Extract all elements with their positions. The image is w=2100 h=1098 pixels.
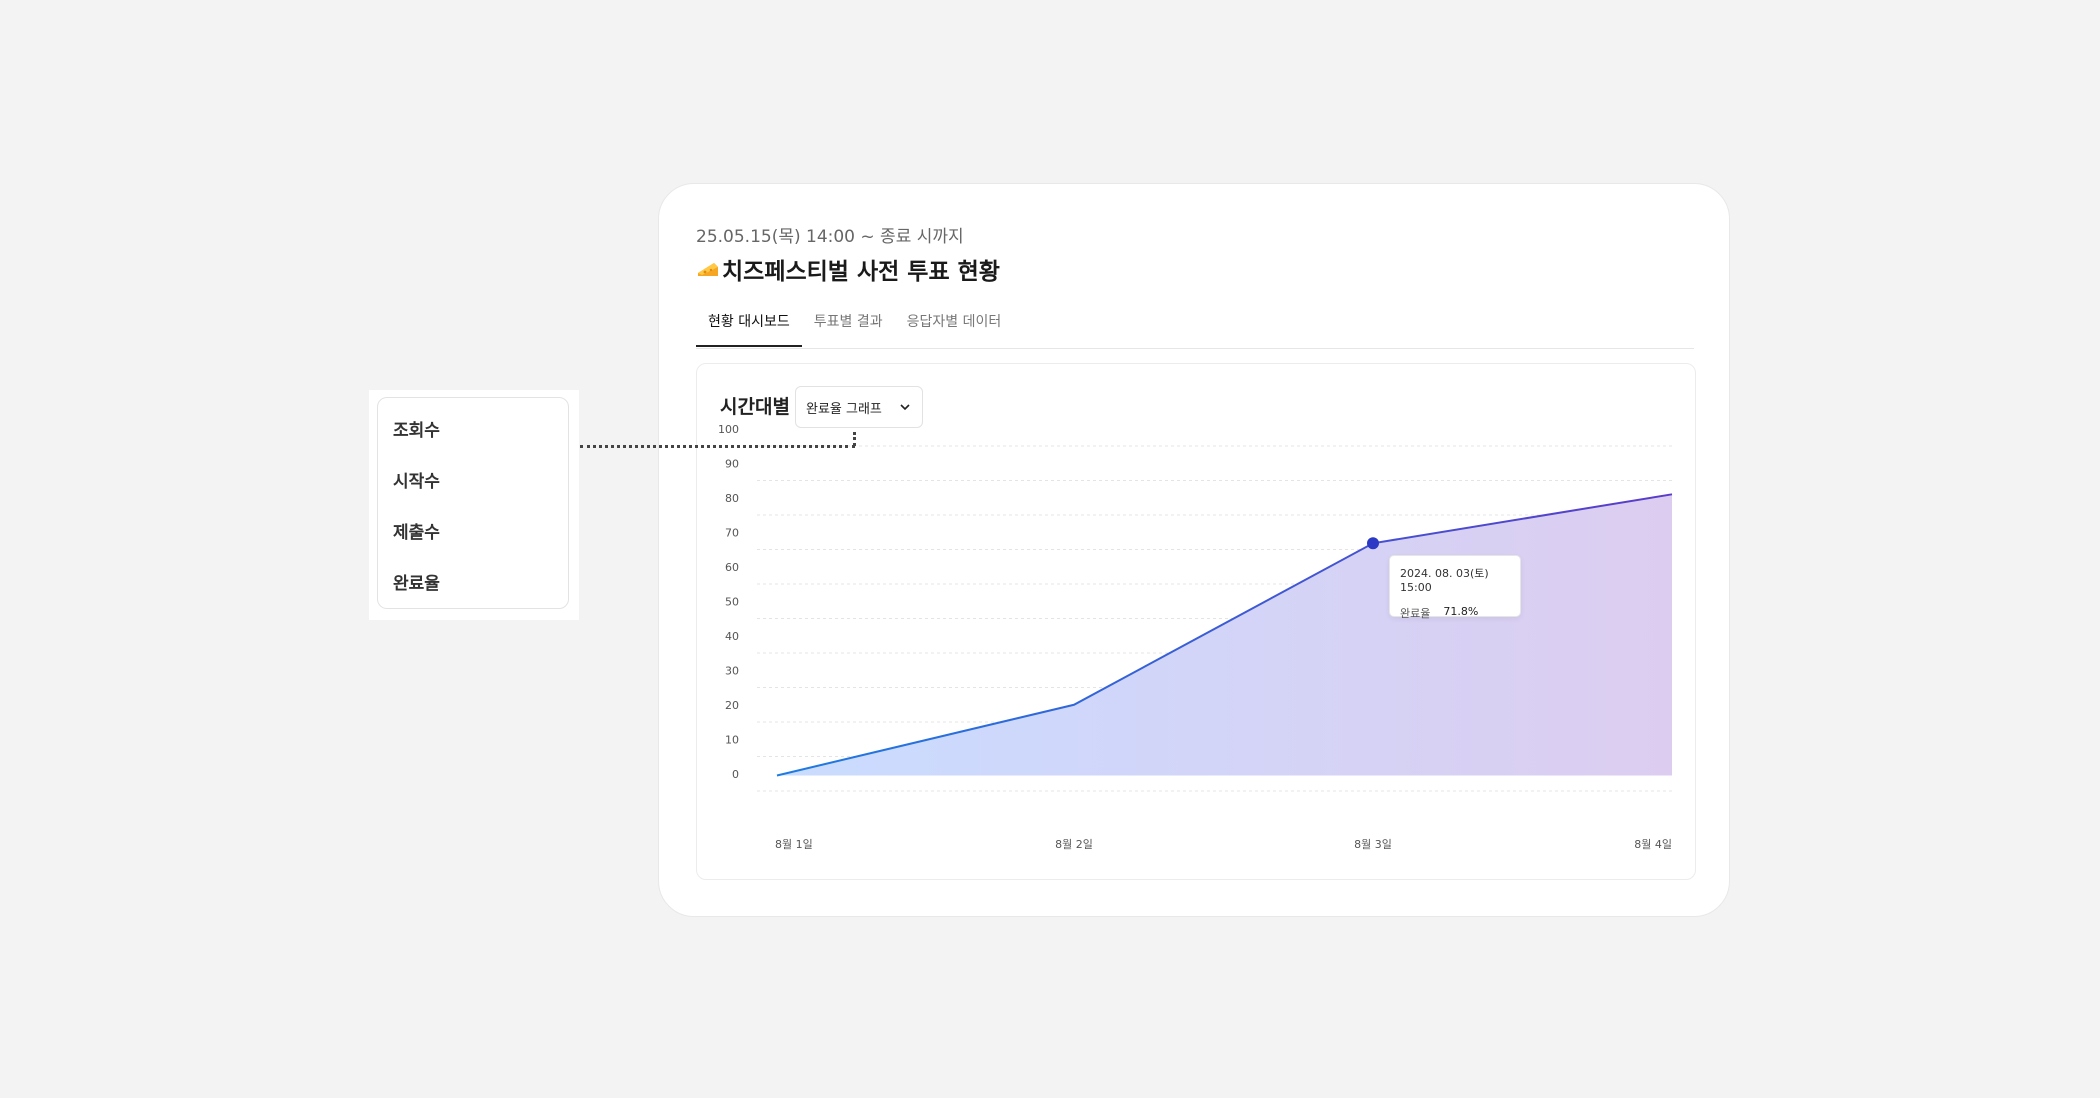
y-tick-label: 100: [718, 423, 739, 436]
y-tick-label: 30: [725, 665, 739, 678]
highlighted-data-point[interactable]: [1367, 537, 1379, 550]
callout-connector-horizontal: [580, 445, 855, 448]
option-submissions[interactable]: 제출수: [393, 518, 440, 543]
cheese-icon: [698, 263, 718, 276]
completion-rate-chart: 0 10 20 30 40 50 60 70 80 90 100 8월 1일 8월 2일 8월 3일 8월…: [718, 423, 1673, 851]
y-tick-label: 20: [725, 699, 739, 712]
tooltip-label: 완료율: [1400, 607, 1431, 620]
y-tick-label: 90: [725, 458, 739, 471]
chart-panel: 시간대별 완료율 그래프 0 10 20 30 40 50 60 70 80 90 100 8월 1…: [696, 363, 1696, 880]
y-tick-label: 40: [725, 630, 739, 643]
callout-connector-vertical: [853, 432, 856, 446]
x-tick-label: 8월 4일: [1634, 837, 1672, 851]
x-tick-label: 8월 3일: [1354, 837, 1392, 851]
y-tick-label: 80: [725, 492, 739, 505]
y-tick-label: 70: [725, 527, 739, 540]
y-tick-label: 60: [725, 561, 739, 574]
page-title-text: 치즈페스티벌 사전 투표 현황: [722, 259, 1000, 285]
dashboard-card: 25.05.15(목) 14:00 ~ 종료 시까지 치즈페스티벌 사전 투표 …: [658, 183, 1730, 917]
tab-vote-results[interactable]: 투표별 결과: [802, 307, 895, 347]
option-starts[interactable]: 시작수: [393, 467, 440, 492]
tooltip-value: 71.8%: [1443, 605, 1479, 618]
y-tick-label: 0: [732, 768, 739, 781]
tab-dashboard[interactable]: 현황 대시보드: [696, 307, 802, 347]
page-title: 치즈페스티벌 사전 투표 현황: [696, 252, 1000, 286]
dropdown-options-callout: 조회수 시작수 제출수 완료율: [369, 390, 579, 620]
y-tick-label: 50: [725, 596, 739, 609]
option-views[interactable]: 조회수: [393, 416, 440, 441]
area-fill: [777, 494, 1672, 776]
option-completion-rate[interactable]: 완료율: [393, 569, 440, 594]
chart-tooltip: 2024. 08. 03(토) 15:00 완료율 71.8%: [1389, 555, 1521, 620]
tab-respondent-data[interactable]: 응답자별 데이터: [895, 307, 1014, 347]
y-tick-label: 10: [725, 734, 739, 747]
dropdown-options-list: 조회수 시작수 제출수 완료율: [377, 397, 569, 609]
tooltip-datetime: 2024. 08. 03(토) 15:00: [1400, 567, 1489, 594]
x-tick-label: 8월 2일: [1055, 837, 1093, 851]
x-tick-label: 8월 1일: [775, 837, 813, 851]
tab-bar: 현황 대시보드 투표별 결과 응답자별 데이터: [696, 307, 1694, 349]
survey-date-range: 25.05.15(목) 14:00 ~ 종료 시까지: [696, 227, 964, 247]
